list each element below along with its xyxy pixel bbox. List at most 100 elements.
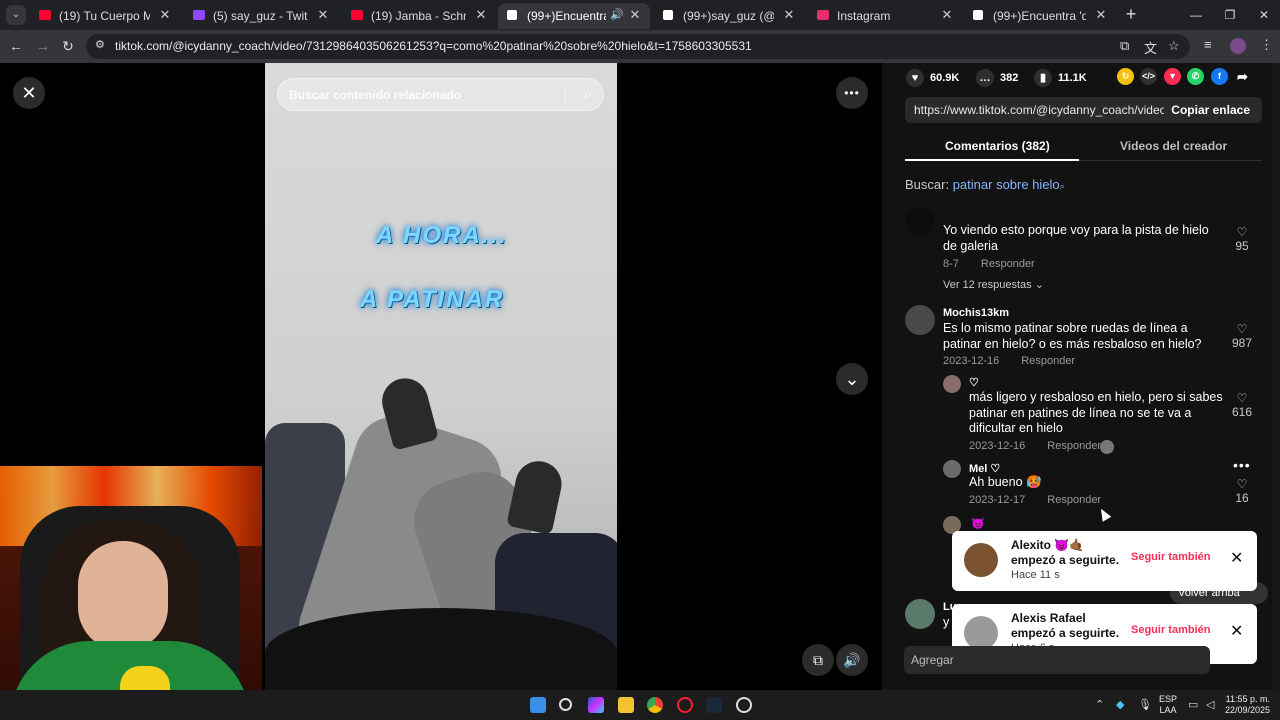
- language-indicator[interactable]: ESP LAA: [1159, 694, 1177, 716]
- avatar[interactable]: [964, 543, 998, 577]
- comment-like[interactable]: ♡ 987: [1230, 322, 1254, 350]
- facebook-icon[interactable]: f: [1211, 68, 1228, 85]
- send-icon[interactable]: ▼: [1164, 68, 1181, 85]
- add-comment-input[interactable]: Agregar: [904, 646, 1210, 674]
- embed-icon[interactable]: </>: [1140, 68, 1157, 85]
- volume-button[interactable]: 🔊: [836, 644, 868, 676]
- tab-twitch[interactable]: (5) say_guz - Twitch ✕: [184, 3, 338, 29]
- avatar[interactable]: [905, 599, 935, 629]
- tab-youtube-1[interactable]: (19) Tu Cuerpo Me Llama | ✕: [30, 3, 180, 29]
- comment-username[interactable]: Mel ♡: [969, 462, 1000, 475]
- avatar[interactable]: [905, 305, 935, 335]
- tab-creator-videos[interactable]: Videos del creador: [1120, 139, 1227, 153]
- tab-close-icon[interactable]: ✕: [938, 3, 956, 27]
- tab-close-icon[interactable]: ✕: [626, 3, 644, 27]
- network-icon[interactable]: ▭: [1188, 698, 1198, 711]
- body-bottom: [265, 608, 617, 690]
- new-tab-button[interactable]: +: [1122, 5, 1140, 25]
- media-controls-icon[interactable]: ≡: [1204, 37, 1212, 52]
- tab-tiktok-2[interactable]: (99+)Encuentra 'david y co ✕: [964, 3, 1116, 29]
- tray-expand-icon[interactable]: ⌃: [1095, 698, 1104, 711]
- related-search-bar[interactable]: Buscar contenido relacionado ⌕: [277, 78, 604, 111]
- tab-close-icon[interactable]: ✕: [314, 3, 332, 27]
- maximize-button[interactable]: ❐: [1218, 4, 1242, 26]
- search-icon[interactable]: ⌕: [584, 86, 592, 103]
- clock[interactable]: 11:55 p. m. 22/09/2025: [1224, 694, 1270, 716]
- opera-gx-icon[interactable]: [677, 697, 693, 713]
- menu-icon[interactable]: ⋮: [1260, 37, 1273, 53]
- tab-close-icon[interactable]: ✕: [472, 3, 490, 27]
- comment-username[interactable]: ♡: [969, 376, 979, 389]
- tab-instagram[interactable]: Instagram ✕: [808, 3, 962, 29]
- url-text[interactable]: tiktok.com/@icydanny_coach/video/7312986…: [115, 39, 752, 53]
- obs-icon[interactable]: [736, 697, 752, 713]
- view-replies-link[interactable]: Ver 12 respuestas ⌄: [943, 278, 1044, 291]
- pip-button[interactable]: ⧉: [802, 644, 834, 676]
- more-options-button[interactable]: •••: [836, 77, 868, 109]
- copilot-icon[interactable]: [588, 697, 604, 713]
- next-video-button[interactable]: ⌄: [836, 363, 868, 395]
- avatar[interactable]: [905, 207, 935, 237]
- site-settings-icon[interactable]: ⚙: [95, 38, 105, 51]
- whatsapp-icon[interactable]: ✆: [1187, 68, 1204, 85]
- copy-link-button[interactable]: Copiar enlace: [1171, 103, 1250, 117]
- avatar[interactable]: [964, 616, 998, 650]
- follow-back-button[interactable]: Seguir también: [1131, 624, 1210, 636]
- comment-username[interactable]: 😈: [971, 517, 985, 530]
- reply-link[interactable]: Responder: [981, 258, 1035, 270]
- minimize-button[interactable]: —: [1184, 4, 1208, 26]
- reply-link[interactable]: Responder: [1047, 440, 1101, 452]
- search-taskbar-icon[interactable]: [559, 698, 572, 711]
- bookmark-star-icon[interactable]: ☆: [1168, 38, 1180, 54]
- reply-link[interactable]: Responder: [1021, 355, 1075, 367]
- chrome-icon[interactable]: [647, 697, 663, 713]
- tray-app-icon[interactable]: ◆: [1116, 698, 1124, 711]
- steam-icon[interactable]: [706, 697, 722, 713]
- reply-link[interactable]: Responder: [1047, 494, 1101, 506]
- back-button[interactable]: ←: [6, 36, 26, 56]
- close-notification-icon[interactable]: ✕: [1230, 621, 1243, 641]
- repost-icon[interactable]: ↻: [1117, 68, 1134, 85]
- file-explorer-icon[interactable]: [618, 697, 634, 713]
- comment-like[interactable]: ♡ 616: [1230, 391, 1254, 419]
- comment-username[interactable]: Mochis13km: [943, 307, 1009, 319]
- search-term-link[interactable]: patinar sobre hielo: [953, 177, 1060, 192]
- translate-icon[interactable]: 文: [1144, 38, 1157, 57]
- reload-button[interactable]: ↻: [58, 36, 78, 56]
- tab-close-icon[interactable]: ✕: [780, 3, 798, 27]
- tab-close-icon[interactable]: ✕: [1092, 3, 1110, 27]
- tab-audio-icon[interactable]: 🔊: [610, 3, 624, 27]
- forward-button[interactable]: →: [33, 36, 53, 56]
- comment-more-icon[interactable]: •••: [1233, 457, 1251, 473]
- comment-action[interactable]: … 382: [976, 69, 1018, 87]
- close-notification-icon[interactable]: ✕: [1230, 548, 1243, 568]
- tab-youtube-2[interactable]: (19) Jamba - Schnuffel Full ✕: [342, 3, 496, 29]
- avatar[interactable]: [943, 460, 961, 478]
- close-video-button[interactable]: ✕: [13, 77, 45, 109]
- window-close-button[interactable]: ✕: [1252, 4, 1276, 26]
- share-arrow-icon[interactable]: ➦: [1234, 68, 1251, 85]
- address-bar[interactable]: ⚙ tiktok.com/@icydanny_coach/video/73129…: [86, 34, 1190, 59]
- tab-tiktok-active[interactable]: (99+)Encuentra 'como 🔊 ✕: [498, 3, 650, 29]
- comment-like[interactable]: ♡ 16: [1230, 477, 1254, 505]
- microphone-icon[interactable]: 🎙: [1138, 698, 1152, 711]
- cast-icon[interactable]: ⧉: [1120, 38, 1129, 54]
- save-action[interactable]: ▮ 11.1K: [1034, 69, 1087, 87]
- comment-like[interactable]: ♡ 95: [1230, 225, 1254, 253]
- like-count: 60.9K: [930, 71, 960, 84]
- profile-avatar[interactable]: [1230, 38, 1246, 54]
- tab-close-icon[interactable]: ✕: [156, 3, 174, 27]
- start-icon[interactable]: [530, 697, 546, 713]
- follow-back-button[interactable]: Seguir también: [1131, 551, 1210, 563]
- panel-scrollbar[interactable]: [1272, 63, 1280, 690]
- like-action[interactable]: ♥ 60.9K: [906, 69, 959, 87]
- video-frame[interactable]: [265, 63, 617, 690]
- volume-tray-icon[interactable]: ◁: [1206, 698, 1214, 711]
- tab-strip: ⌄ (19) Tu Cuerpo Me Llama | ✕ (5) say_gu…: [0, 0, 1280, 30]
- tab-tiktok-profile[interactable]: (99+)say_guz (@say_guz) | ✕: [654, 3, 804, 29]
- tab-search-button[interactable]: ⌄: [6, 5, 26, 25]
- comment-search-line: Buscar: patinar sobre hielo⌕: [905, 177, 1065, 192]
- share-link-url[interactable]: https://www.tiktok.com/@icydanny_coach/v…: [914, 103, 1164, 117]
- tab-comments[interactable]: Comentarios (382): [945, 139, 1050, 153]
- avatar[interactable]: [943, 375, 961, 393]
